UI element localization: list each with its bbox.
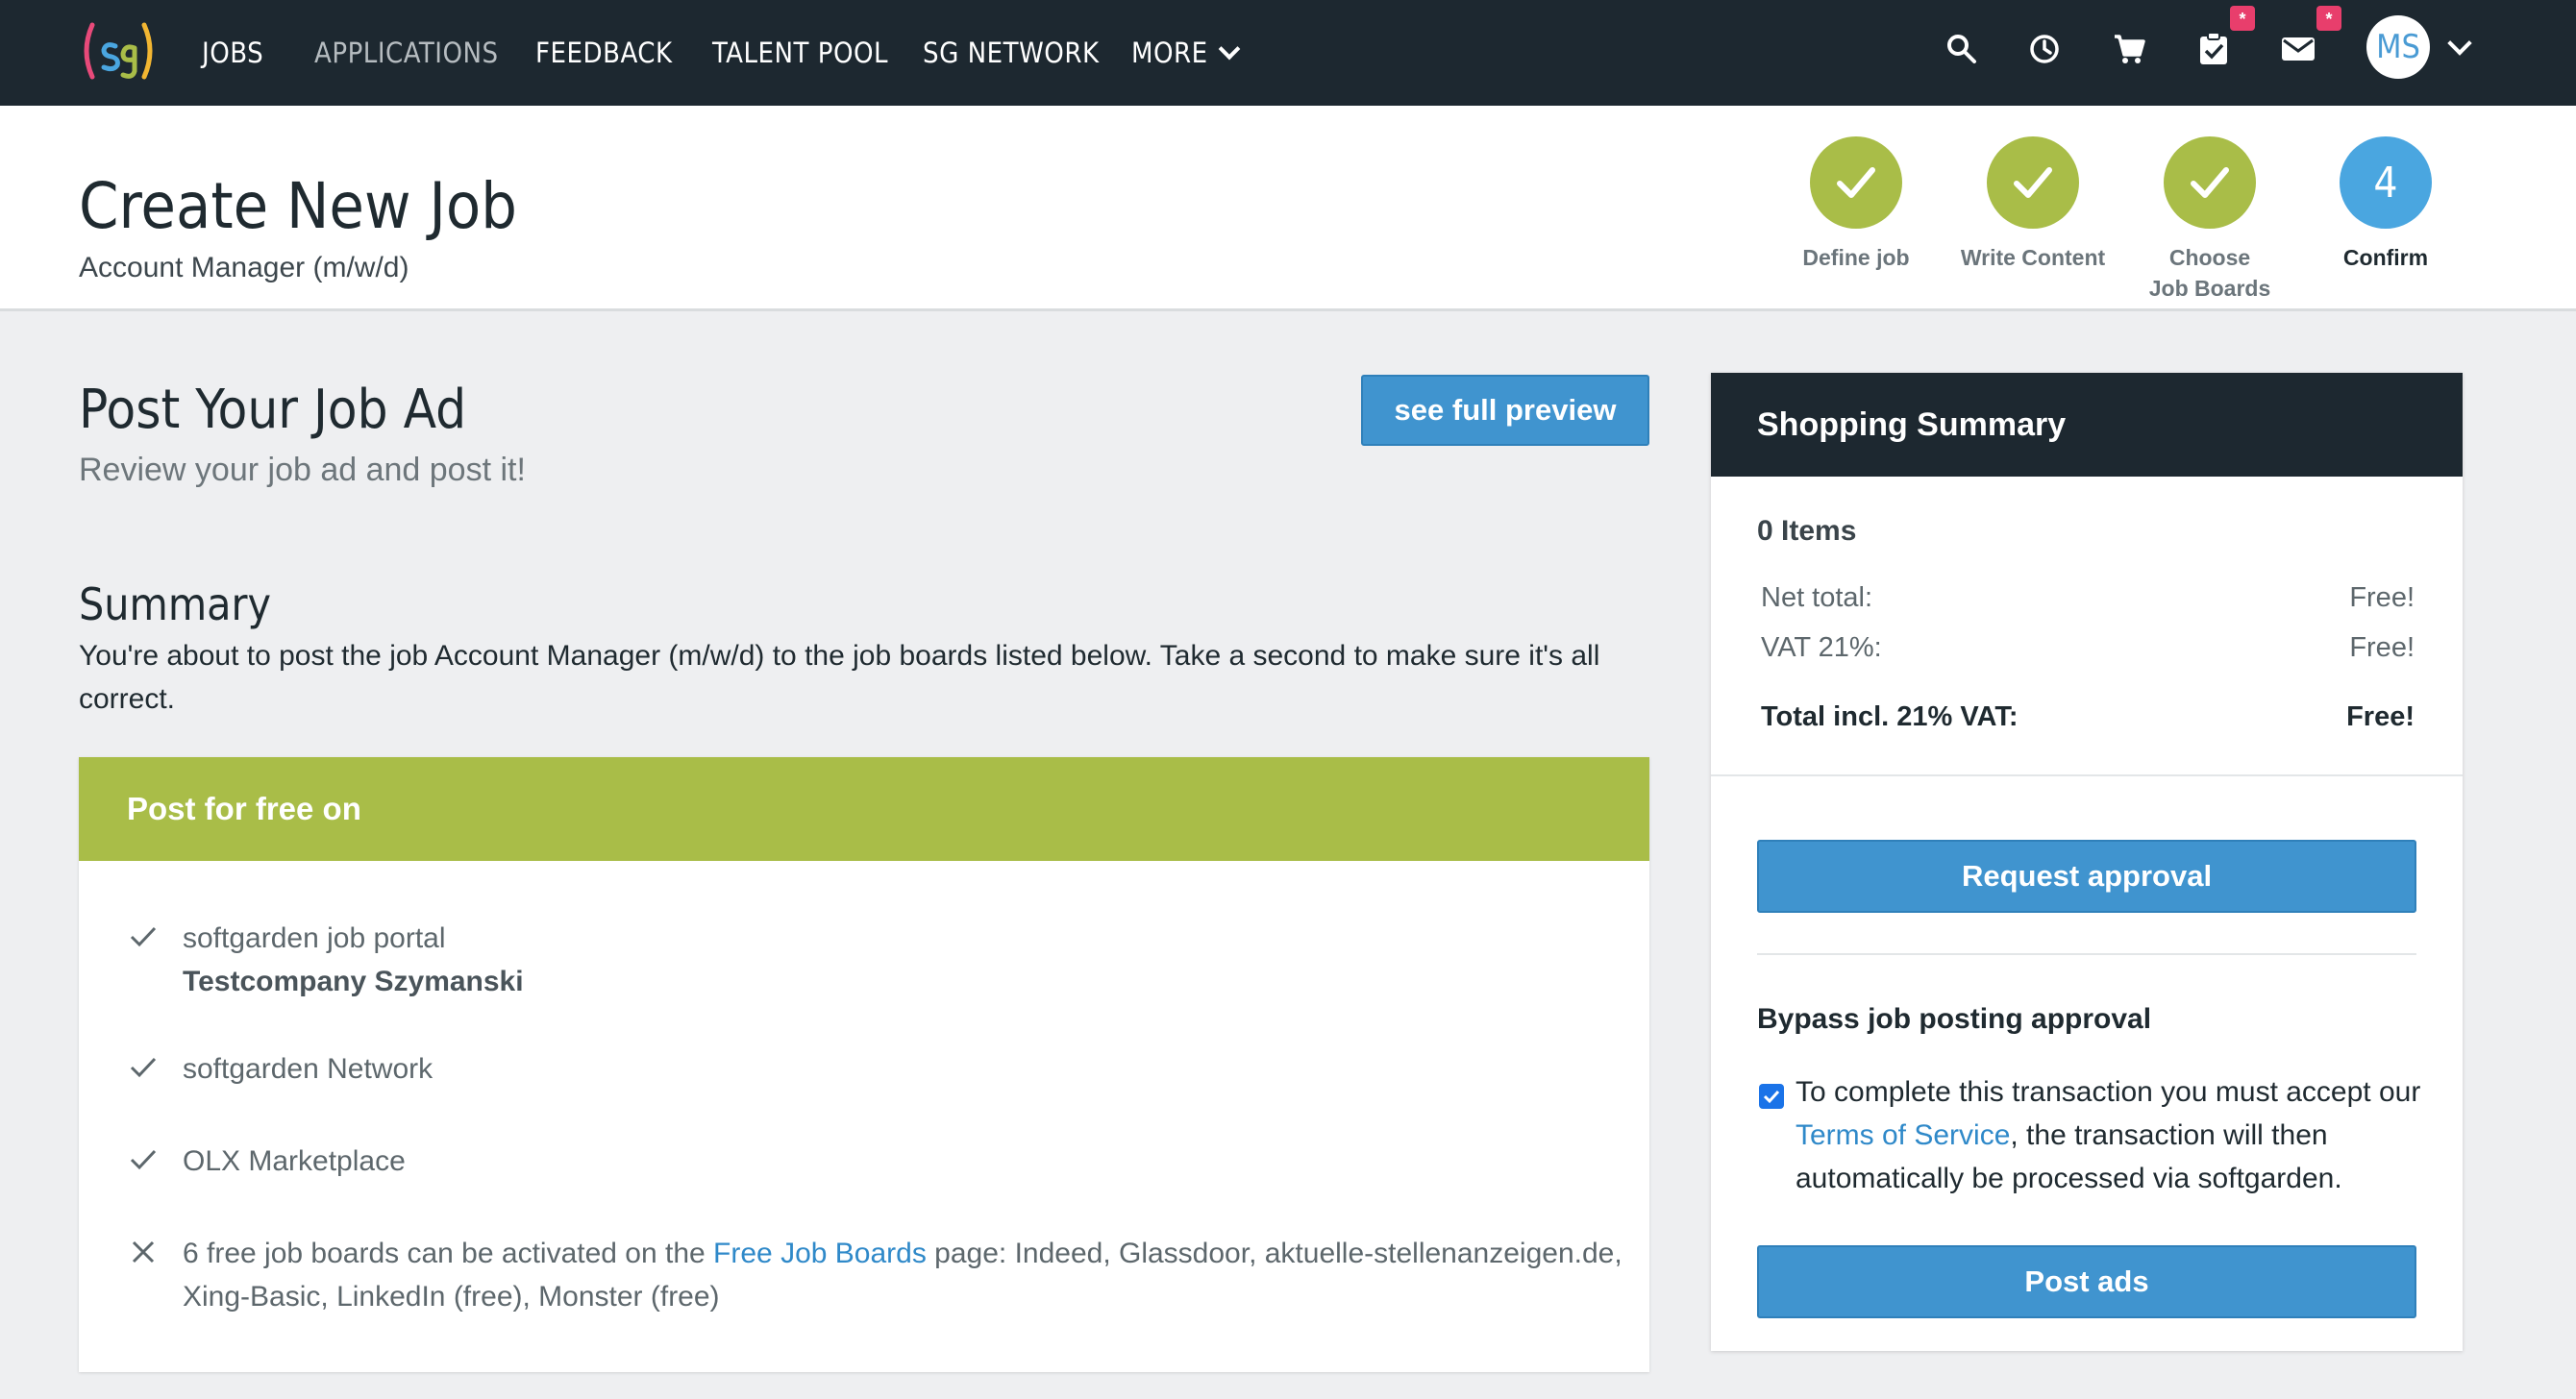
request-approval-button[interactable]: Request approval <box>1757 840 2416 913</box>
nav-feedback[interactable]: FEEDBACK <box>535 29 673 77</box>
bypass-approval-checkbox[interactable] <box>1759 1084 1784 1109</box>
check-icon <box>130 1149 157 1170</box>
vat-label: VAT 21%: <box>1761 632 1882 663</box>
search-icon[interactable] <box>1940 27 1984 71</box>
cart-icon[interactable] <box>2107 27 2151 71</box>
vat-row: VAT 21%: Free! <box>1761 632 2415 664</box>
step-confirm: 4 Confirm <box>2299 136 2472 273</box>
clock-icon[interactable] <box>2022 27 2067 71</box>
check-icon <box>1763 1090 1780 1104</box>
step-label: Write Content <box>1960 245 2106 270</box>
net-total-row: Net total: Free! <box>1761 582 2415 614</box>
step-define-job[interactable]: Define job <box>1770 136 1943 273</box>
free-job-boards-link[interactable]: Free Job Boards <box>713 1238 927 1269</box>
close-icon <box>132 1240 155 1264</box>
total-row: Total incl. 21% VAT: Free! <box>1761 701 2415 733</box>
chevron-down-icon[interactable] <box>2447 31 2472 56</box>
board-name: OLX Marketplace <box>183 1145 406 1177</box>
job-boards-card: Post for free on softgarden job portal T… <box>79 757 1649 1372</box>
net-total-value: Free! <box>2349 582 2415 613</box>
divider <box>1711 774 2463 776</box>
step-done-circle <box>2164 136 2256 229</box>
chevron-down-icon <box>1218 37 1240 61</box>
items-count: 0 Items <box>1757 515 1857 547</box>
check-icon <box>130 926 157 947</box>
check-icon <box>1837 167 1875 198</box>
inactive-prefix: 6 free job boards can be activated on th… <box>183 1238 714 1269</box>
check-icon <box>2014 167 2052 198</box>
total-label: Total incl. 21% VAT: <box>1761 701 2019 732</box>
bypass-approval-title: Bypass job posting approval <box>1757 1003 2152 1035</box>
summary-title: Summary <box>79 578 271 630</box>
softgarden-logo[interactable] <box>79 17 158 85</box>
step-label: Define job <box>1802 245 1910 270</box>
post-ads-button[interactable]: Post ads <box>1757 1245 2416 1318</box>
tasks-badge: * <box>2230 6 2255 31</box>
nav-applications[interactable]: APPLICATIONS <box>314 29 499 77</box>
step-label: Confirm <box>2342 245 2429 270</box>
nav-talent-pool[interactable]: TALENT POOL <box>712 29 888 77</box>
clipboard-check-icon[interactable] <box>2192 27 2236 71</box>
step-write-content[interactable]: Write Content <box>1946 136 2119 273</box>
step-label: Choose Job Boards <box>2148 245 2271 301</box>
shopping-summary-title: Shopping Summary <box>1711 373 2463 477</box>
nav-more-label: MORE <box>1131 37 1208 69</box>
messages-badge: * <box>2316 6 2341 31</box>
divider <box>1757 953 2416 955</box>
section-subtitle: Review your job ad and post it! <box>79 452 526 488</box>
see-full-preview-button[interactable]: see full preview <box>1361 375 1649 446</box>
page-subtitle: Account Manager (m/w/d) <box>79 252 409 283</box>
terms-text: To complete this transaction you must ac… <box>1796 1070 2430 1200</box>
nav-more[interactable]: MORE <box>1131 29 1240 77</box>
step-done-circle <box>1987 136 2079 229</box>
step-done-circle <box>1810 136 1902 229</box>
net-total-label: Net total: <box>1761 582 1873 613</box>
shopping-summary-card: Shopping Summary 0 Items Net total: Free… <box>1711 373 2463 1351</box>
terms-prefix: To complete this transaction you must ac… <box>1796 1076 2421 1108</box>
board-detail: Testcompany Szymanski <box>183 966 524 997</box>
vat-value: Free! <box>2349 632 2415 663</box>
summary-text: You're about to post the job Account Man… <box>79 640 1600 715</box>
check-icon <box>130 1057 157 1078</box>
terms-of-service-link[interactable]: Terms of Service <box>1796 1119 2010 1151</box>
check-icon <box>2191 167 2229 198</box>
page-title: Create New Job <box>79 169 517 243</box>
total-value: Free! <box>2346 701 2415 732</box>
mail-icon[interactable] <box>2276 27 2320 71</box>
avatar[interactable]: MS <box>2366 15 2430 79</box>
step-current-circle: 4 <box>2340 136 2432 229</box>
top-navigation: JOBS APPLICATIONS FEEDBACK TALENT POOL S… <box>0 0 2576 106</box>
inactive-boards-text: 6 free job boards can be activated on th… <box>183 1232 1624 1318</box>
step-choose-job-boards[interactable]: Choose Job Boards <box>2123 136 2296 304</box>
nav-jobs[interactable]: JOBS <box>202 29 263 77</box>
nav-sg-network[interactable]: SG NETWORK <box>923 29 1100 77</box>
board-name: softgarden Network <box>183 1053 433 1085</box>
section-title: Post Your Job Ad <box>79 379 467 441</box>
job-boards-header: Post for free on <box>79 757 1649 861</box>
board-name: softgarden job portal <box>183 922 446 954</box>
